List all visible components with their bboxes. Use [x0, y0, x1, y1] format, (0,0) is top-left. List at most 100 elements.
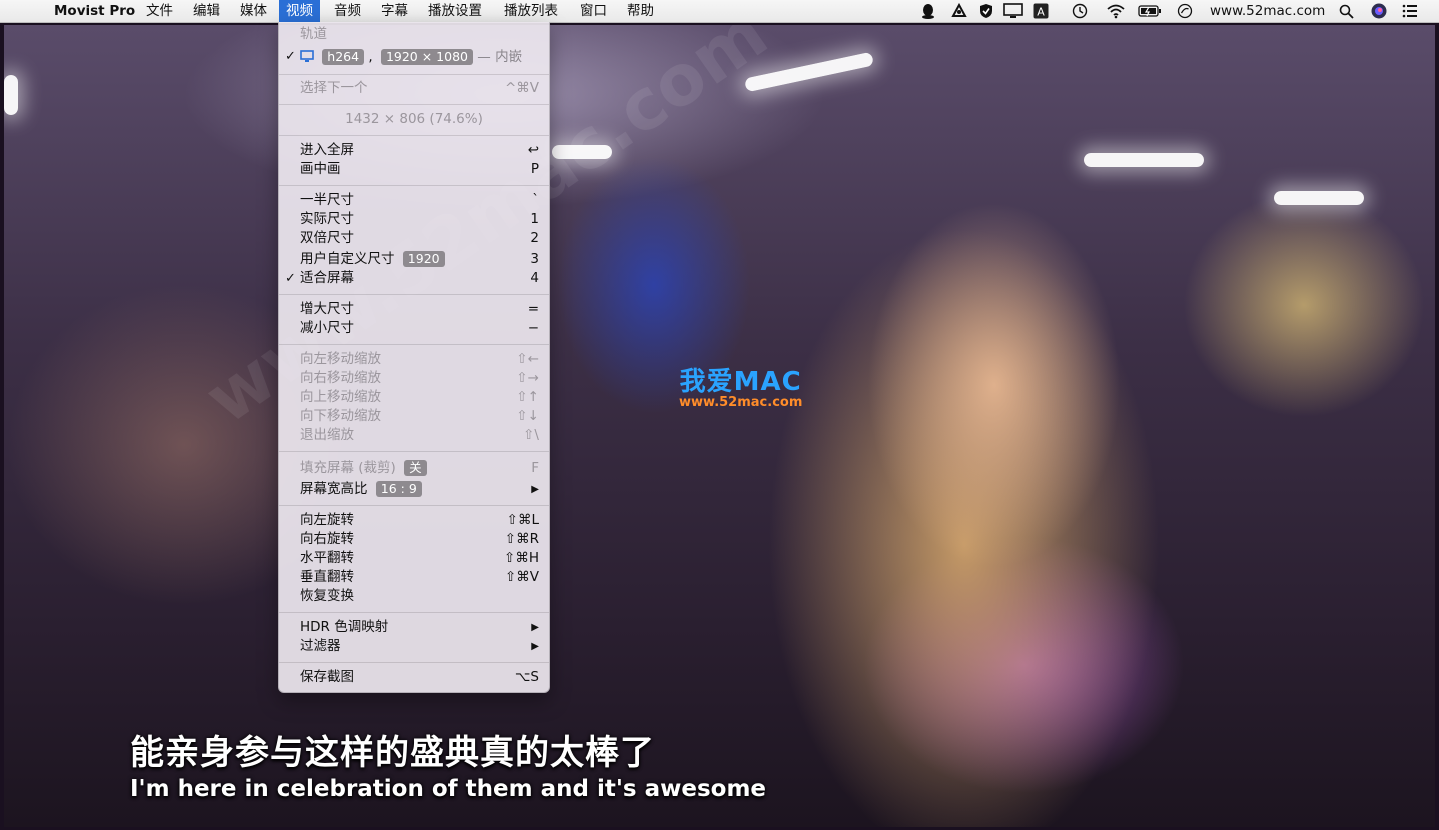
fullscreen-label: 进入全屏	[300, 142, 354, 158]
submenu-arrow-icon: ▶	[531, 484, 539, 495]
menu-item-save-screenshot[interactable]: 保存截图 ⌥S	[279, 668, 549, 687]
custom-size-badge: 1920	[402, 251, 445, 267]
app-icon[interactable]	[951, 3, 967, 19]
fill-screen-badge: 关	[404, 460, 427, 476]
sync-icon[interactable]	[1177, 3, 1193, 19]
half-size-shortcut: `	[532, 192, 539, 208]
subtitle-area: 能亲身参与这样的盛典真的太棒了 I'm here in celebration …	[130, 725, 766, 802]
custom-size-label: 用户自定义尺寸 1920	[300, 250, 445, 269]
menu-item-track[interactable]: ✓ h264 , 1920 × 1080 — 内嵌	[279, 46, 549, 68]
menu-item-custom-size[interactable]: 用户自定义尺寸 1920 3	[279, 250, 549, 269]
menu-separator	[279, 74, 549, 75]
menu-item-move-up[interactable]: 向上移动缩放 ⇧↑	[279, 388, 549, 407]
list-icon[interactable]	[1402, 3, 1418, 19]
menu-item-aspect-ratio[interactable]: 屏幕宽高比 16 : 9 ▶	[279, 480, 549, 499]
half-size-label: 一半尺寸	[300, 192, 354, 208]
stage-light	[1084, 153, 1204, 167]
menu-video[interactable]: 视频	[279, 0, 320, 22]
menu-item-filters[interactable]: 过滤器 ▶	[279, 637, 549, 656]
menu-item-select-next[interactable]: 选择下一个 ^⌘V	[279, 79, 549, 98]
menu-item-actual-size[interactable]: 实际尺寸 1	[279, 210, 549, 229]
rotate-right-label: 向右旋转	[300, 531, 354, 547]
menu-subtitles[interactable]: 字幕	[381, 0, 408, 22]
save-screenshot-shortcut: ⌥S	[514, 669, 539, 685]
size-info: 1432 × 806 (74.6%)	[345, 111, 483, 127]
menu-separator	[279, 185, 549, 186]
move-up-shortcut: ⇧↑	[516, 389, 539, 405]
menu-item-increase-size[interactable]: 增大尺寸 =	[279, 300, 549, 319]
app-menu[interactable]: Movist Pro	[54, 0, 135, 22]
menu-item-move-down[interactable]: 向下移动缩放 ⇧↓	[279, 407, 549, 426]
select-next-shortcut: ^⌘V	[504, 80, 539, 96]
track-comma: ,	[364, 49, 377, 65]
track-suffix: — 内嵌	[477, 49, 523, 65]
menu-file[interactable]: 文件	[146, 0, 173, 22]
flip-horizontal-shortcut: ⇧⌘H	[504, 550, 539, 566]
restore-transform-label: 恢复变换	[300, 588, 354, 604]
menu-item-fill-screen[interactable]: 填充屏幕 (裁剪) 关 F	[279, 459, 549, 478]
input-source-icon[interactable]: A	[1033, 3, 1049, 19]
menu-item-half-size[interactable]: 一半尺寸 `	[279, 191, 549, 210]
flip-vertical-shortcut: ⇧⌘V	[504, 569, 539, 585]
track-codec-badge: h264	[322, 49, 365, 65]
menu-item-rotate-left[interactable]: 向左旋转 ⇧⌘L	[279, 511, 549, 530]
menu-item-pip[interactable]: 画中画 P	[279, 160, 549, 179]
menu-item-restore-transform[interactable]: 恢复变换	[279, 587, 549, 606]
menu-item-flip-vertical[interactable]: 垂直翻转 ⇧⌘V	[279, 568, 549, 587]
menu-separator	[279, 344, 549, 345]
qq-icon[interactable]	[920, 3, 936, 19]
rotate-left-shortcut: ⇧⌘L	[506, 512, 539, 528]
video-frame[interactable]: www.52mac.com 我爱MAC www.52mac.com 能亲身参与这…	[4, 25, 1435, 827]
custom-size-text: 用户自定义尺寸	[300, 251, 395, 267]
move-right-shortcut: ⇧→	[516, 370, 539, 386]
menu-item-fullscreen[interactable]: 进入全屏 ↩	[279, 141, 549, 160]
menu-separator	[279, 612, 549, 613]
fill-screen-text: 填充屏幕 (裁剪)	[300, 460, 396, 476]
subtitle-english: I'm here in celebration of them and it's…	[130, 776, 767, 802]
fullscreen-shortcut: ↩	[527, 142, 539, 158]
move-right-label: 向右移动缩放	[300, 370, 381, 386]
menu-playback-settings[interactable]: 播放设置	[428, 0, 482, 22]
stage-light	[1274, 191, 1364, 205]
battery-icon[interactable]	[1138, 3, 1162, 19]
menu-bar: Movist Pro 文件 编辑 媒体 视频 音频 字幕 播放设置 播放列表 窗…	[0, 0, 1439, 23]
menu-edit[interactable]: 编辑	[193, 0, 220, 22]
menu-item-exit-zoom[interactable]: 退出缩放 ⇧\	[279, 426, 549, 445]
site-label: www.52mac.com	[1210, 3, 1326, 19]
menu-separator	[279, 104, 549, 105]
flip-horizontal-label: 水平翻转	[300, 550, 354, 566]
rotate-right-shortcut: ⇧⌘R	[504, 531, 539, 547]
menu-window[interactable]: 窗口	[580, 0, 607, 22]
save-screenshot-label: 保存截图	[300, 669, 354, 685]
menu-item-decrease-size[interactable]: 减小尺寸 −	[279, 319, 549, 338]
wifi-icon[interactable]	[1106, 3, 1126, 19]
display-icon[interactable]	[1003, 3, 1023, 19]
track-header-label: 轨道	[300, 26, 327, 42]
fit-screen-shortcut: 4	[530, 270, 539, 286]
select-next-label: 选择下一个	[300, 80, 368, 96]
menu-item-hdr-tone-mapping[interactable]: HDR 色调映射 ▶	[279, 618, 549, 637]
time-machine-icon[interactable]	[1072, 3, 1088, 19]
search-icon[interactable]	[1338, 3, 1354, 19]
menu-item-rotate-right[interactable]: 向右旋转 ⇧⌘R	[279, 530, 549, 549]
pip-shortcut: P	[530, 161, 539, 177]
menu-playlist[interactable]: 播放列表	[504, 0, 558, 22]
shield-icon[interactable]	[978, 3, 994, 19]
menu-item-fit-screen[interactable]: ✓ 适合屏幕 4	[279, 269, 549, 288]
increase-size-shortcut: =	[527, 301, 539, 317]
menu-item-move-left[interactable]: 向左移动缩放 ⇧←	[279, 350, 549, 369]
menu-separator	[279, 505, 549, 506]
menu-audio[interactable]: 音频	[334, 0, 361, 22]
exit-zoom-shortcut: ⇧\	[523, 427, 539, 443]
menu-item-flip-horizontal[interactable]: 水平翻转 ⇧⌘H	[279, 549, 549, 568]
menu-media[interactable]: 媒体	[240, 0, 267, 22]
siri-icon[interactable]	[1371, 3, 1387, 19]
video-menu-dropdown: 轨道 ✓ h264 , 1920 × 1080 — 内嵌 选择下一个 ^⌘V 1…	[278, 22, 550, 693]
menu-item-double-size[interactable]: 双倍尺寸 2	[279, 229, 549, 248]
fill-screen-label: 填充屏幕 (裁剪) 关	[300, 459, 427, 478]
menu-header-track: 轨道	[279, 25, 549, 44]
menu-item-move-right[interactable]: 向右移动缩放 ⇧→	[279, 369, 549, 388]
menu-help[interactable]: 帮助	[627, 0, 654, 22]
flip-vertical-label: 垂直翻转	[300, 569, 354, 585]
menu-separator	[279, 294, 549, 295]
